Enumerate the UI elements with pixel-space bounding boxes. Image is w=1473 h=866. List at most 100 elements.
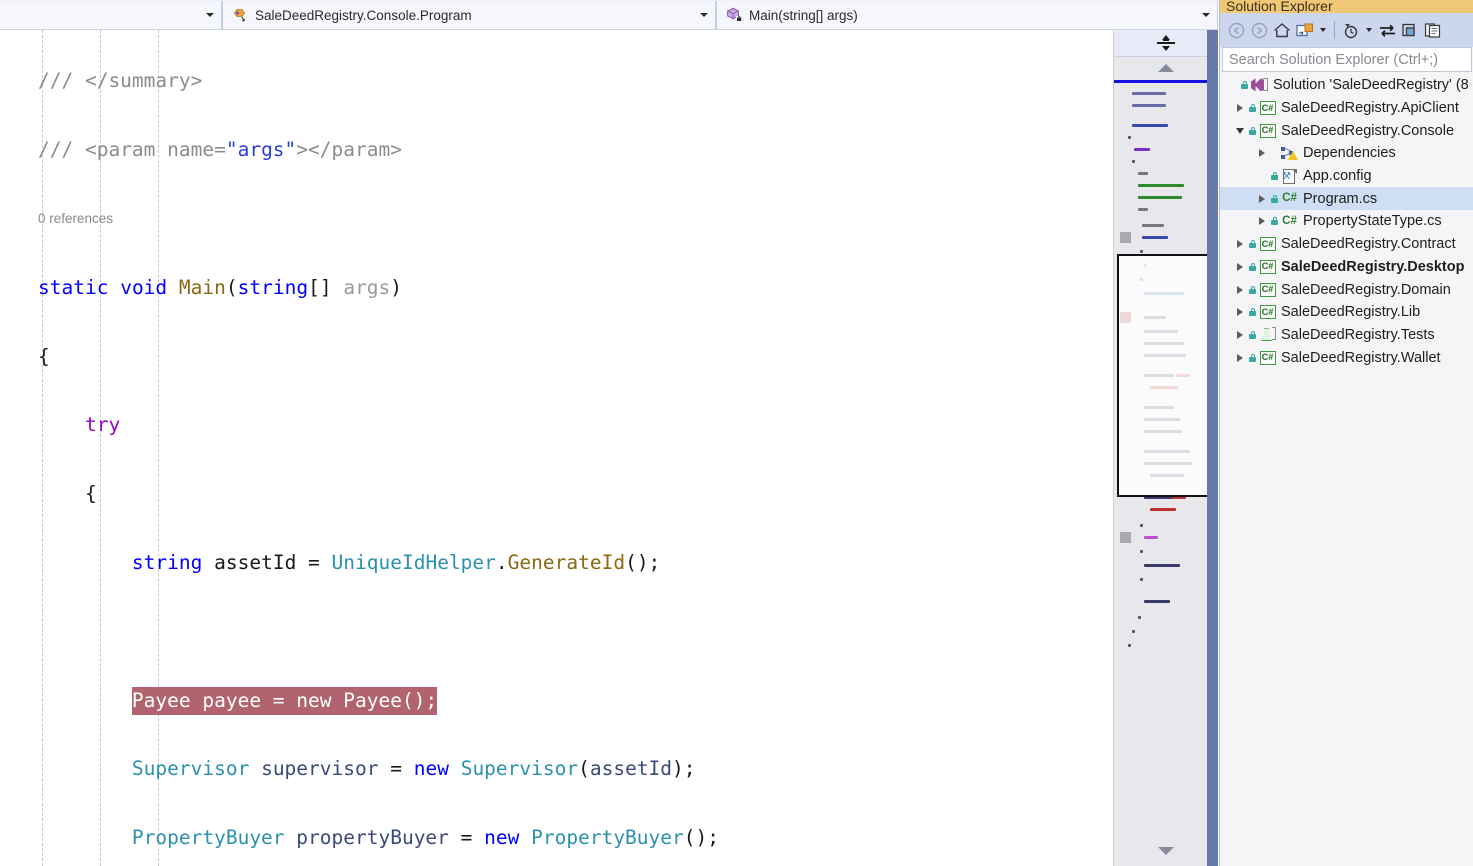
properties-button[interactable] xyxy=(1422,18,1444,42)
tree-item-project-contract[interactable]: C# SaleDeedRegistry.Contract xyxy=(1220,233,1473,256)
csharp-project-icon: C# xyxy=(1258,350,1277,365)
expander-collapsed-icon[interactable] xyxy=(1232,308,1247,317)
solution-icon xyxy=(1250,78,1269,92)
code-line[interactable]: { xyxy=(0,340,872,374)
lock-icon xyxy=(1269,194,1280,203)
editor-scrollbar-minimap[interactable] xyxy=(1113,30,1218,866)
lock-icon xyxy=(1269,172,1280,181)
dependencies-warning-icon xyxy=(1280,146,1299,161)
lock-icon xyxy=(1247,240,1258,249)
expander-collapsed-icon[interactable] xyxy=(1254,149,1269,158)
expander-collapsed-icon[interactable] xyxy=(1232,240,1247,249)
csharp-project-icon: C# xyxy=(1258,305,1277,320)
csharp-project-icon: C# xyxy=(1258,101,1277,116)
solution-explorer-title: Solution Explorer xyxy=(1220,0,1473,13)
tree-item-project-lib[interactable]: C# SaleDeedRegistry.Lib xyxy=(1220,301,1473,324)
tree-item-dependencies[interactable]: Dependencies xyxy=(1220,142,1473,165)
code-line[interactable]: { xyxy=(0,477,872,511)
csharp-file-icon: C# xyxy=(1282,214,1297,227)
class-dropdown-value: SaleDeedRegistry.Console.Program xyxy=(255,7,472,23)
member-dropdown[interactable]: Main(string[] args) xyxy=(716,1,1218,29)
minimap-scroll-rail[interactable] xyxy=(1207,30,1218,866)
scroll-up-arrow-icon xyxy=(1158,64,1174,72)
lock-icon xyxy=(1247,285,1258,294)
lock-icon xyxy=(1269,217,1280,226)
tree-item-app-config[interactable]: ⚒ App.config xyxy=(1220,165,1473,188)
solution-views-button[interactable] xyxy=(1294,18,1316,42)
method-icon xyxy=(725,7,745,23)
tree-item-program-cs[interactable]: C# Program.cs xyxy=(1220,187,1473,211)
tree-item-project-console[interactable]: C# SaleDeedRegistry.Console xyxy=(1220,119,1473,142)
tree-item-label: SaleDeedRegistry.Wallet xyxy=(1281,349,1441,366)
code-line[interactable]: string assetId = UniqueIdHelper.Generate… xyxy=(0,546,872,580)
tree-item-project-desktop[interactable]: C# SaleDeedRegistry.Desktop xyxy=(1220,256,1473,279)
collapse-all-button[interactable] xyxy=(1399,18,1421,42)
expander-collapsed-icon[interactable] xyxy=(1254,194,1269,203)
home-button[interactable] xyxy=(1271,18,1293,42)
class-dropdown[interactable]: SaleDeedRegistry.Console.Program xyxy=(222,1,716,29)
code-line[interactable]: Supervisor supervisor = new Supervisor(a… xyxy=(0,752,872,786)
lock-icon xyxy=(1247,126,1258,135)
expander-collapsed-icon[interactable] xyxy=(1232,104,1247,113)
code-line[interactable]: /// </summary> xyxy=(0,64,872,98)
pending-changes-filter-button[interactable] xyxy=(1340,18,1362,42)
code-line[interactable]: static void Main(string[] args) xyxy=(0,271,872,305)
chevron-down-icon[interactable] xyxy=(1363,18,1375,42)
tree-item-project-wallet[interactable]: C# SaleDeedRegistry.Wallet xyxy=(1220,346,1473,369)
tree-item-propertystatetype-cs[interactable]: C# PropertyStateType.cs xyxy=(1220,210,1473,233)
code-line[interactable] xyxy=(0,615,872,649)
csharp-project-icon: C# xyxy=(1258,282,1277,297)
code-line[interactable]: try xyxy=(0,408,872,442)
split-view-button[interactable] xyxy=(1114,30,1218,57)
chevron-down-icon[interactable] xyxy=(199,13,221,17)
solution-tree[interactable]: Solution 'SaleDeedRegistry' (8 o C# Sale… xyxy=(1220,74,1473,866)
config-file-icon: ⚒ xyxy=(1280,168,1299,184)
sync-with-active-document-button[interactable] xyxy=(1376,18,1398,42)
code-minimap[interactable] xyxy=(1114,84,1214,864)
lock-icon xyxy=(1247,353,1258,362)
expander-collapsed-icon[interactable] xyxy=(1232,285,1247,294)
split-view-icon xyxy=(1157,35,1175,51)
search-input[interactable]: Search Solution Explorer (Ctrl+;) xyxy=(1222,47,1472,72)
tree-item-label: SaleDeedRegistry.Tests xyxy=(1281,326,1435,343)
code-editor[interactable]: /// </summary> /// <param name="args"></… xyxy=(0,30,1113,866)
toolbar-separator xyxy=(1334,21,1335,39)
csharp-project-icon: C# xyxy=(1258,237,1277,252)
test-project-icon xyxy=(1258,327,1277,342)
editor-navigation-bar: SaleDeedRegistry.Console.Program Main(st… xyxy=(0,0,1218,30)
tree-item-label: SaleDeedRegistry.Console xyxy=(1281,122,1455,139)
code-line[interactable]: PropertyBuyer propertyBuyer = new Proper… xyxy=(0,821,872,855)
chevron-down-icon[interactable] xyxy=(1195,13,1217,17)
csharp-project-icon: C# xyxy=(1258,123,1277,138)
tree-item-label: Dependencies xyxy=(1303,145,1396,162)
project-dropdown[interactable] xyxy=(0,1,222,29)
codelens-references[interactable]: 0 references xyxy=(0,202,872,236)
expander-expanded-icon[interactable] xyxy=(1232,127,1247,134)
tree-item-solution[interactable]: Solution 'SaleDeedRegistry' (8 o xyxy=(1220,74,1473,97)
tree-item-project-domain[interactable]: C# SaleDeedRegistry.Domain xyxy=(1220,278,1473,301)
tree-item-label: Program.cs xyxy=(1303,190,1378,207)
csharp-file-icon: C# xyxy=(1282,192,1297,205)
forward-arrow-button[interactable] xyxy=(1248,18,1270,42)
solution-explorer-toolbar xyxy=(1220,13,1473,47)
minimap-viewport[interactable] xyxy=(1117,254,1211,497)
scroll-down-button[interactable] xyxy=(1114,840,1218,862)
code-line-highlighted[interactable]: Payee payee = new Payee(); xyxy=(0,684,872,718)
tree-item-label: Solution 'SaleDeedRegistry' (8 o xyxy=(1273,77,1473,94)
expander-collapsed-icon[interactable] xyxy=(1254,217,1269,226)
code-text[interactable]: /// </summary> /// <param name="args"></… xyxy=(0,30,872,866)
visual-studio-window: SaleDeedRegistry.Console.Program Main(st… xyxy=(0,0,1473,866)
expander-collapsed-icon[interactable] xyxy=(1232,262,1247,271)
expander-collapsed-icon[interactable] xyxy=(1232,353,1247,362)
scroll-up-button[interactable] xyxy=(1114,57,1218,79)
scrollbar-edit-marker xyxy=(1114,80,1214,83)
chevron-down-icon[interactable] xyxy=(693,13,715,17)
tree-item-project-tests[interactable]: SaleDeedRegistry.Tests xyxy=(1220,324,1473,347)
chevron-down-icon[interactable] xyxy=(1317,18,1329,42)
tree-item-project-apiclient[interactable]: C# SaleDeedRegistry.ApiClient xyxy=(1220,97,1473,120)
code-line[interactable]: /// <param name="args"></param> xyxy=(0,133,872,167)
tree-item-label: SaleDeedRegistry.Contract xyxy=(1281,236,1456,253)
csharp-project-icon: C# xyxy=(1258,259,1277,274)
back-arrow-button[interactable] xyxy=(1225,18,1247,42)
expander-collapsed-icon[interactable] xyxy=(1232,330,1247,339)
